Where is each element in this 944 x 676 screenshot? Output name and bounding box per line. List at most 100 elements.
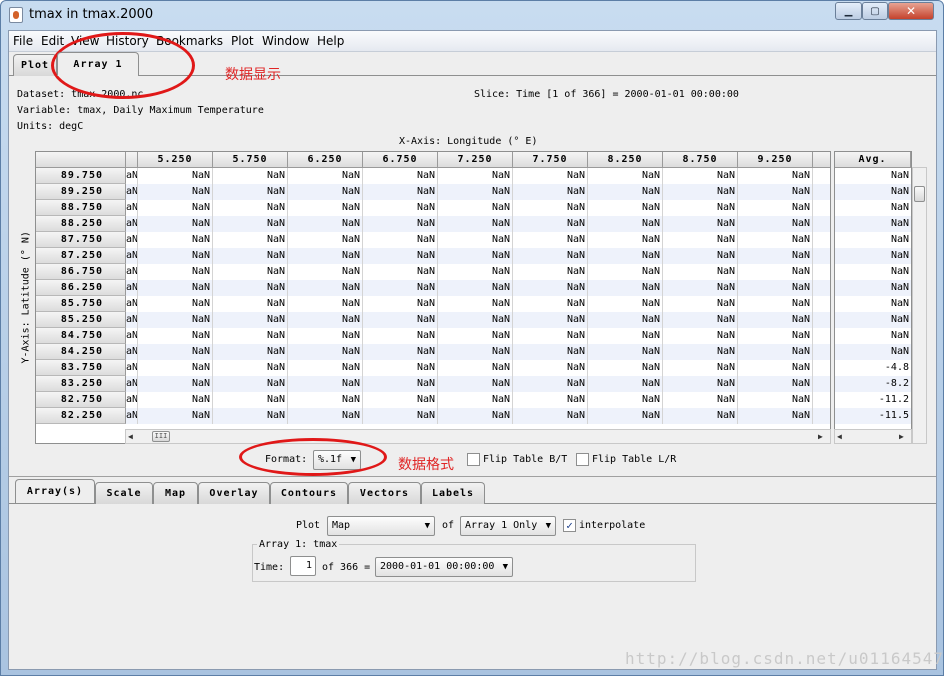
average-column-table[interactable]: Avg. NaN NaN NaN NaN NaN NaN NaN NaN NaN NaN NaN NaN… (834, 151, 912, 444)
table-cell[interactable]: NaN (738, 200, 813, 216)
table-cell[interactable]: NaN (438, 360, 513, 376)
table-cell[interactable]: NaN (738, 232, 813, 248)
table-cell[interactable]: NaN (138, 296, 213, 312)
table-cell[interactable]: NaN (438, 296, 513, 312)
column-header[interactable]: 7.250 (438, 152, 513, 168)
table-cell[interactable]: aN (126, 328, 138, 344)
row-header[interactable]: 88.250 (36, 216, 126, 232)
table-cell[interactable]: aN (126, 264, 138, 280)
avg-cell[interactable]: NaN (835, 344, 911, 360)
table-cell[interactable]: NaN (663, 408, 738, 424)
table-cell[interactable]: NaN (213, 168, 288, 184)
table-cell[interactable]: NaN (513, 392, 588, 408)
time-index-input[interactable]: 1 (290, 556, 316, 576)
table-cell[interactable]: NaN (738, 392, 813, 408)
avg-cell[interactable]: NaN (835, 328, 911, 344)
menu-window[interactable]: Window (262, 34, 309, 48)
table-cell[interactable]: NaN (213, 312, 288, 328)
table-cell[interactable]: NaN (438, 328, 513, 344)
table-cell[interactable]: NaN (513, 328, 588, 344)
table-cell[interactable]: NaN (438, 376, 513, 392)
column-header[interactable]: 8.750 (663, 152, 738, 168)
table-cell[interactable]: NaN (588, 264, 663, 280)
table-cell[interactable]: NaN (288, 312, 363, 328)
table-cell[interactable]: NaN (363, 312, 438, 328)
column-header[interactable]: 9.250 (738, 152, 813, 168)
table-cell[interactable]: aN (126, 408, 138, 424)
row-header[interactable]: 84.250 (36, 344, 126, 360)
table-cell[interactable]: NaN (288, 376, 363, 392)
row-header[interactable]: 87.250 (36, 248, 126, 264)
table-cell[interactable]: NaN (513, 200, 588, 216)
table-cell[interactable]: NaN (513, 232, 588, 248)
table-cell[interactable]: NaN (663, 232, 738, 248)
table-cell[interactable]: NaN (588, 232, 663, 248)
table-cell[interactable]: NaN (288, 280, 363, 296)
table-cell[interactable]: NaN (288, 168, 363, 184)
table-cell[interactable]: NaN (588, 312, 663, 328)
table-cell[interactable]: NaN (213, 344, 288, 360)
table-cell[interactable]: NaN (288, 408, 363, 424)
avg-cell[interactable]: -4.8 (835, 360, 911, 376)
table-cell[interactable]: aN (126, 360, 138, 376)
table-cell[interactable]: aN (126, 296, 138, 312)
avg-cell[interactable]: NaN (835, 200, 911, 216)
table-cell[interactable]: NaN (363, 184, 438, 200)
table-cell[interactable]: NaN (213, 296, 288, 312)
table-cell[interactable]: NaN (513, 312, 588, 328)
avg-horizontal-scrollbar[interactable]: ◀ ▶ (834, 429, 912, 444)
table-cell[interactable]: NaN (663, 280, 738, 296)
menu-help[interactable]: Help (317, 34, 344, 48)
table-cell[interactable]: NaN (588, 392, 663, 408)
table-cell[interactable]: NaN (438, 248, 513, 264)
table-cell[interactable]: NaN (738, 344, 813, 360)
table-cell[interactable]: aN (126, 184, 138, 200)
maximize-button[interactable]: ▢ (862, 2, 888, 20)
table-cell[interactable]: NaN (138, 280, 213, 296)
table-cell[interactable]: NaN (288, 232, 363, 248)
tab-overlay[interactable]: Overlay (198, 482, 270, 504)
close-button[interactable]: ✕ (888, 2, 934, 20)
table-cell[interactable]: NaN (363, 296, 438, 312)
avg-cell[interactable]: NaN (835, 232, 911, 248)
avg-cell[interactable]: -8.2 (835, 376, 911, 392)
table-cell[interactable]: NaN (363, 360, 438, 376)
table-cell[interactable]: NaN (513, 264, 588, 280)
row-header[interactable]: 89.750 (36, 168, 126, 184)
table-cell[interactable]: NaN (588, 360, 663, 376)
table-cell[interactable]: NaN (438, 344, 513, 360)
table-cell[interactable]: NaN (138, 344, 213, 360)
table-cell[interactable]: NaN (288, 296, 363, 312)
table-cell[interactable]: NaN (663, 312, 738, 328)
table-cell[interactable]: NaN (738, 312, 813, 328)
table-cell[interactable]: NaN (738, 264, 813, 280)
table-cell[interactable]: aN (126, 312, 138, 328)
menu-plot[interactable]: Plot (231, 34, 254, 48)
flip-bt-checkbox[interactable] (467, 453, 480, 466)
table-cell[interactable]: NaN (513, 168, 588, 184)
table-cell[interactable]: NaN (438, 312, 513, 328)
table-cell[interactable]: NaN (438, 408, 513, 424)
table-cell[interactable]: aN (126, 392, 138, 408)
row-header[interactable]: 88.750 (36, 200, 126, 216)
row-header[interactable]: 85.250 (36, 312, 126, 328)
table-cell[interactable]: NaN (213, 184, 288, 200)
scroll-left-icon[interactable]: ◀ (128, 432, 133, 441)
table-cell[interactable]: NaN (663, 392, 738, 408)
table-cell[interactable]: NaN (738, 248, 813, 264)
row-header[interactable]: 89.250 (36, 184, 126, 200)
table-cell[interactable]: NaN (513, 296, 588, 312)
table-cell[interactable]: NaN (438, 216, 513, 232)
table-cell[interactable]: NaN (738, 216, 813, 232)
table-cell[interactable]: NaN (138, 216, 213, 232)
table-cell[interactable]: NaN (213, 376, 288, 392)
table-cell[interactable]: NaN (363, 344, 438, 360)
column-header[interactable]: 5.250 (138, 152, 213, 168)
table-cell[interactable]: NaN (588, 184, 663, 200)
table-cell[interactable]: NaN (738, 184, 813, 200)
tab-map[interactable]: Map (153, 482, 198, 504)
table-cell[interactable]: NaN (288, 248, 363, 264)
table-cell[interactable]: NaN (588, 344, 663, 360)
table-cell[interactable]: aN (126, 200, 138, 216)
table-cell[interactable]: aN (126, 216, 138, 232)
